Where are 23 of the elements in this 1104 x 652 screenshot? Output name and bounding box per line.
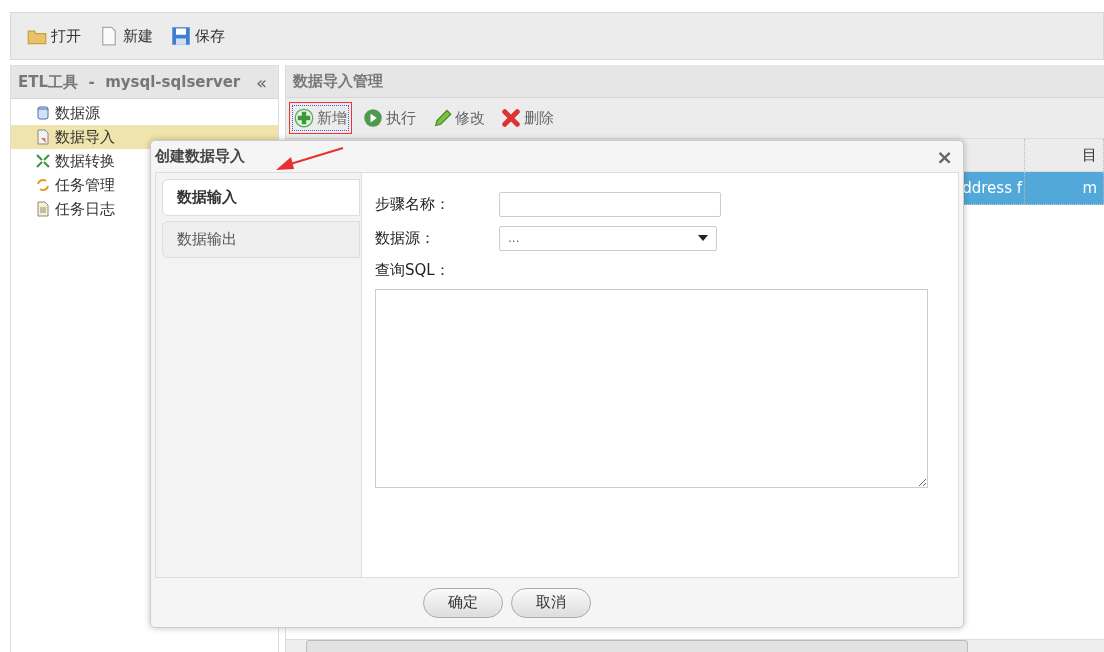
field-label: 查询SQL： <box>375 260 451 281</box>
toolbar-button[interactable]: 新建 <box>95 24 157 48</box>
column-header: 目 <box>1025 139 1104 171</box>
field-label: 数据源： <box>375 228 436 248</box>
toolbar-button[interactable]: 打开 <box>23 24 85 48</box>
action-button[interactable]: 新增 <box>289 102 352 134</box>
cancel-button[interactable]: 取消 <box>511 587 591 618</box>
tab[interactable]: 数据输出 <box>162 221 360 258</box>
collapse-button[interactable]: « <box>252 71 271 93</box>
close-button[interactable]: × <box>930 144 959 169</box>
panel-title: 数据导入管理 <box>293 71 383 91</box>
table-cell: m <box>1025 172 1104 204</box>
datasource-dropdown[interactable]: ... <box>499 225 717 251</box>
field-label: 步骤名称： <box>375 194 451 214</box>
action-button[interactable]: 执行 <box>358 102 421 134</box>
confirm-button[interactable]: 确定 <box>423 587 503 618</box>
tab[interactable]: 数据输入 <box>162 179 360 216</box>
action-button[interactable]: 删除 <box>496 102 559 134</box>
sidebar-title: ETL工具 - mysql-sqlserver <box>18 72 241 92</box>
action-button[interactable]: 修改 <box>427 102 490 134</box>
dialog-title: 创建数据导入 <box>155 147 245 166</box>
toolbar-button[interactable]: 保存 <box>167 24 229 48</box>
tree-item[interactable]: 数据源 <box>11 101 278 125</box>
